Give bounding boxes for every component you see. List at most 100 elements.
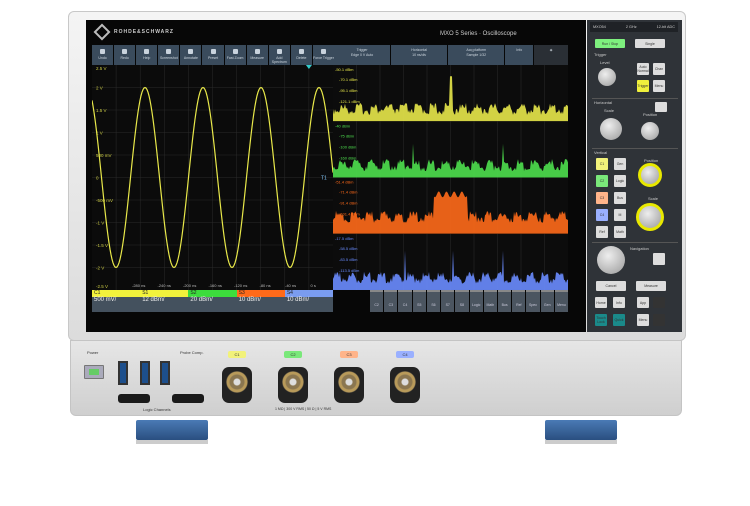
spectrum-pane: -50.1 dBm -70.1 dBm -95.1 dBm -121.1 dBm <box>333 65 568 122</box>
toolbar-button[interactable]: Undo <box>92 45 114 65</box>
status-group-value: Sample 1/32 <box>466 53 487 57</box>
touch-lock-button[interactable]: Touch Lock <box>595 314 607 326</box>
apps-grid-button[interactable] <box>653 314 665 326</box>
settings-button[interactable] <box>653 253 665 265</box>
toolbar-button[interactable]: Redo <box>114 45 136 65</box>
signal-button-c4[interactable]: C4 <box>398 290 412 312</box>
menu-button[interactable]: Menu <box>637 314 649 326</box>
power-button[interactable] <box>84 365 104 379</box>
channel-tile-s3[interactable]: S3 10 dBm/ <box>236 290 285 312</box>
x-tick-label: -120 ns <box>234 283 247 288</box>
channel-scale: 20 dBm/ <box>190 297 213 303</box>
logic-button[interactable]: Logic <box>614 175 626 187</box>
math-button[interactable]: Math <box>614 226 626 238</box>
signal-button-c2[interactable]: C2 <box>370 290 384 312</box>
auto-normal-button[interactable]: Auto Normal <box>637 63 649 75</box>
home-button[interactable]: Home <box>595 297 607 308</box>
bnc-input-c1[interactable] <box>222 367 252 403</box>
horizontal-position-knob[interactable] <box>641 122 659 140</box>
trigger-menu-button[interactable]: Menu <box>653 80 665 92</box>
quick-button[interactable]: Quick <box>613 314 625 326</box>
horizontal-scale-knob[interactable] <box>600 118 622 140</box>
channel-scale: 10 dBm/ <box>238 297 261 303</box>
signal-button-gen[interactable]: Gen <box>540 290 554 312</box>
trigger-channel-button[interactable]: Chan <box>653 63 665 75</box>
single-button[interactable]: Single <box>635 39 665 48</box>
logic-port[interactable] <box>172 394 204 403</box>
screenshot-button[interactable] <box>653 297 665 308</box>
signal-button-menu[interactable]: Menu <box>554 290 569 312</box>
foot-shadow <box>136 440 208 444</box>
usb-port[interactable] <box>140 361 150 385</box>
toolbar-button[interactable]: Preset <box>202 45 224 65</box>
status-group[interactable]: Info <box>505 45 534 65</box>
channel-button-c1[interactable]: C1 <box>596 158 608 170</box>
status-group[interactable]: Acq platform Sample 1/32 <box>448 45 505 65</box>
gen-button[interactable]: Gen <box>614 158 626 170</box>
usb-port[interactable] <box>118 361 128 385</box>
info-button[interactable]: Info <box>613 297 625 308</box>
toolbar-button[interactable]: Measure <box>246 45 268 65</box>
bnc-input-c4[interactable] <box>390 367 420 403</box>
signal-button-ref[interactable]: Ref <box>512 290 526 312</box>
m-button[interactable]: M <box>614 209 626 221</box>
y-tick-label: -1.5 V <box>96 243 108 248</box>
signal-button-s8[interactable]: S8 <box>455 290 469 312</box>
toolbar-button[interactable]: Screenshot <box>158 45 180 65</box>
signal-button-bus[interactable]: Bus <box>497 290 512 312</box>
ref-button[interactable]: Ref <box>596 226 608 238</box>
channel-tile-s1[interactable]: S1 12 dBm/ <box>140 290 189 312</box>
toolbar-button[interactable]: Fast Zoom <box>224 45 246 65</box>
trigger-level-knob[interactable] <box>598 68 616 86</box>
signal-bar: C2 C3 C4 S5 S6 S7 S8 Logic Math Bus Ref Spec Gen Menu <box>370 290 569 312</box>
signal-button-spec[interactable]: Spec <box>526 290 540 312</box>
channel-button-c4[interactable]: C4 <box>596 209 608 221</box>
toolbar-button[interactable]: Delete <box>290 45 312 65</box>
v-scale-label: Scale <box>648 196 659 201</box>
vertical-scale-knob[interactable] <box>636 203 664 231</box>
channel-bar: C1 500 mV/S1 12 dBm/S2 20 dBm/S3 10 dBm/S4 10… <box>92 290 334 312</box>
signal-button-math[interactable]: Math <box>483 290 497 312</box>
channel-tile-c1[interactable]: C1 500 mV/ <box>92 290 141 312</box>
bus-button[interactable]: Bus <box>614 192 626 204</box>
run-stop-button[interactable]: Run / Stop <box>595 39 625 48</box>
spectrum-ref-level: -50.1 dBm <box>335 67 354 72</box>
series-title: MXO 5 Series · Oscilloscope <box>440 31 517 37</box>
measure-button[interactable]: Measure <box>636 281 666 291</box>
zoom-button[interactable] <box>655 102 667 112</box>
waveform-display[interactable]: 2.5 V2 V1.5 V1 V500 mV0-500 mV-1 V-1.5 V… <box>92 65 333 290</box>
input-warning: 1 MΩ | 300 V RMS | 50 Ω | 5 V RMS <box>275 407 332 411</box>
channel-tile-s4[interactable]: S4 10 dBm/ <box>284 290 334 312</box>
cancel-button[interactable]: Cancel <box>596 281 626 291</box>
trigger-button[interactable]: Trigger <box>637 80 649 92</box>
toolbar-button[interactable]: Force Trigger <box>312 45 335 65</box>
app-button[interactable]: App <box>637 297 649 308</box>
status-group[interactable]: Trigger Edge 0 V Auto <box>334 45 391 65</box>
vertical-position-knob[interactable] <box>638 163 662 187</box>
spectrum-level-label: -71.4 dBm <box>339 190 358 195</box>
channel-tile-s2[interactable]: S2 20 dBm/ <box>188 290 237 312</box>
usb-port[interactable] <box>160 361 170 385</box>
bnc-input-c2[interactable] <box>278 367 308 403</box>
spectrum-display[interactable]: -50.1 dBm -70.1 dBm -95.1 dBm -121.1 dBm -40… <box>333 65 568 290</box>
status-group[interactable]: Horizontal 10 ns/div <box>391 45 448 65</box>
channel-button-c2[interactable]: C2 <box>596 175 608 187</box>
logic-port[interactable] <box>118 394 150 403</box>
navigation-knob[interactable] <box>597 246 625 274</box>
bnc-input-c3[interactable] <box>334 367 364 403</box>
toolbar-button[interactable]: Help <box>136 45 158 65</box>
channel-button-c3[interactable]: C3 <box>596 192 608 204</box>
rs-menu-button[interactable]: ◈ <box>534 45 568 65</box>
signal-button-c3[interactable]: C3 <box>384 290 398 312</box>
spectrum-level-label: -101.4 dBm <box>339 212 360 217</box>
status-group-value: 10 ns/div <box>412 53 427 57</box>
signal-button-s5[interactable]: S5 <box>412 290 426 312</box>
signal-button-s6[interactable]: S6 <box>426 290 441 312</box>
toolbar-button[interactable]: Add Spectrum <box>268 45 290 65</box>
x-tick-label: -80 ns <box>260 283 271 288</box>
spectrum-level-label: -100 dBm <box>339 144 357 149</box>
input-label-c3: C3 <box>340 351 358 358</box>
signal-button-s7[interactable]: S7 <box>441 290 455 312</box>
toolbar-button[interactable]: Annotate <box>180 45 202 65</box>
signal-button-logic[interactable]: Logic <box>469 290 483 312</box>
